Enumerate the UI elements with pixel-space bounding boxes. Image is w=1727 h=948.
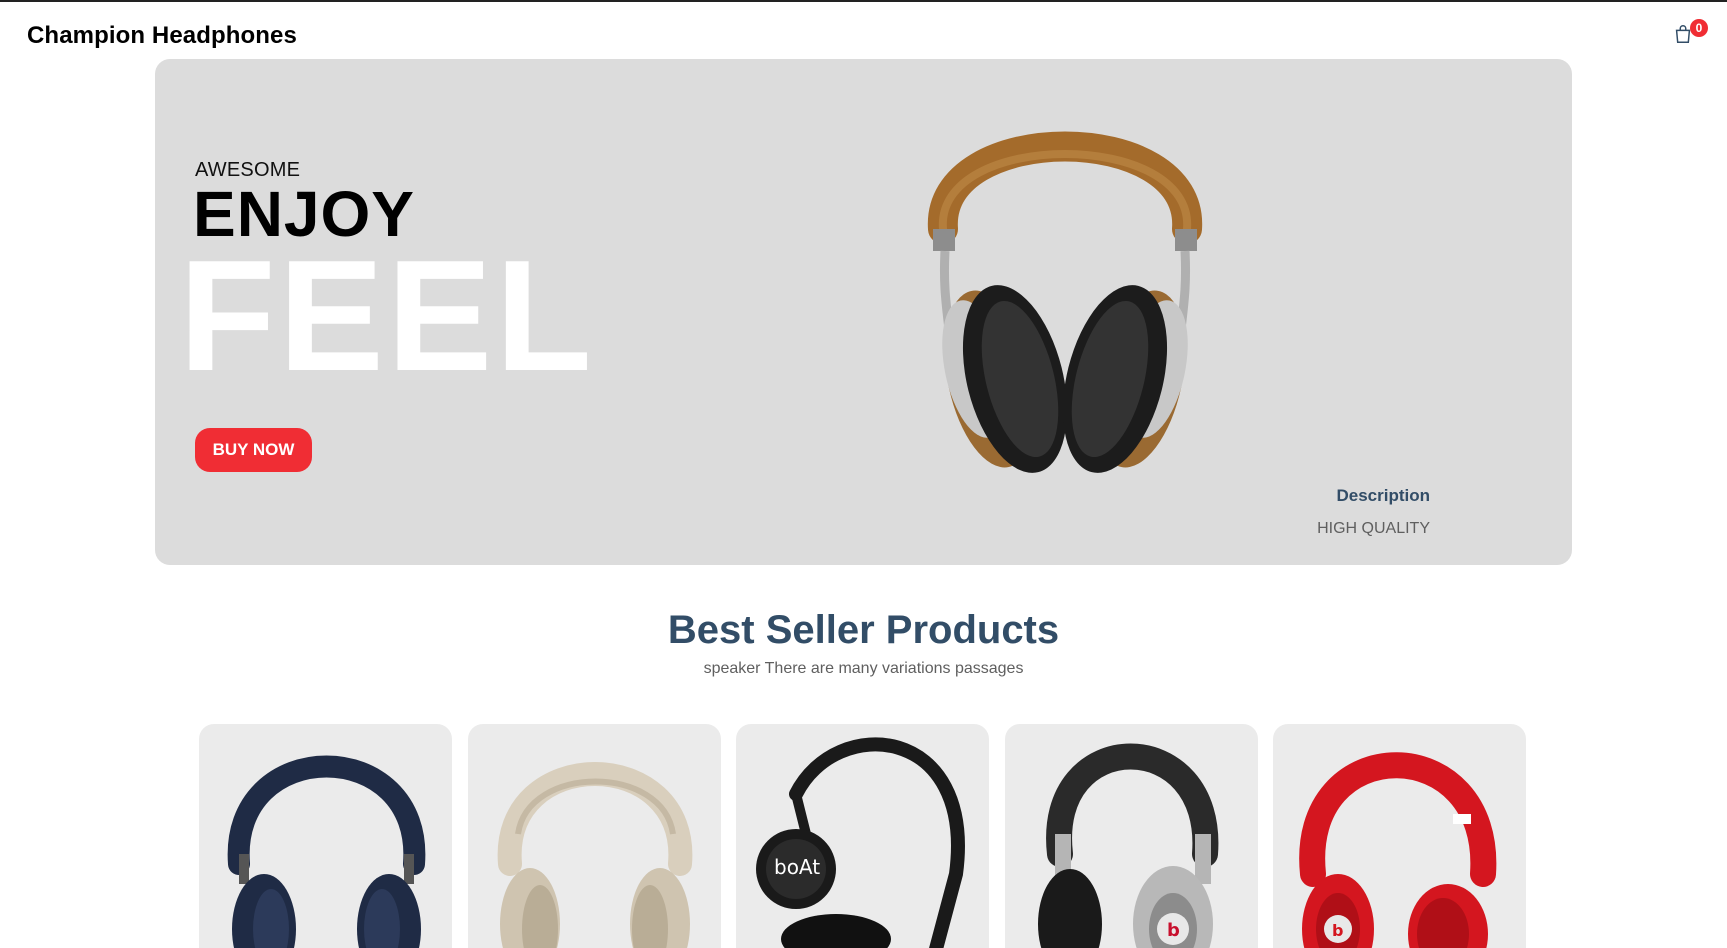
product-card-2[interactable] [468,724,721,948]
product-card-4[interactable]: b [1005,724,1258,948]
headphones-navy-icon [227,755,426,948]
hero-description: Description HIGH QUALITY [1317,486,1430,538]
hero-headphones-image [927,131,1203,473]
hero-description-text: HIGH QUALITY [1317,520,1430,537]
product-list: boAt b b [199,724,1529,948]
svg-text:boAt: boAt [774,855,820,879]
product-card-5[interactable]: b [1273,724,1526,948]
navbar: Champion Headphones 0 [0,2,1727,58]
best-sellers-subtitle: speaker There are many variations passag… [703,660,1024,677]
hero-banner: AWESOME ENJOY FEEL BUY NOW Description H… [155,59,1572,565]
headphones-beige-icon [497,762,693,948]
svg-text:b: b [1167,920,1180,941]
best-sellers-heading: Best Seller Products speaker There are m… [0,608,1727,678]
headphones-beats-pro-icon: b [1038,743,1219,948]
site-logo[interactable]: Champion Headphones [27,22,297,50]
headphones-boat-icon: boAt [756,737,965,948]
buy-now-button[interactable]: BUY NOW [195,428,312,472]
cart-button[interactable]: 0 [1672,19,1708,51]
product-card-1[interactable] [199,724,452,948]
headphones-beats-red-icon: b [1299,752,1497,948]
product-card-3[interactable]: boAt [736,724,989,948]
cart-count-badge: 0 [1690,19,1708,37]
hero-description-title: Description [1336,486,1430,505]
svg-text:b: b [1332,921,1343,940]
best-sellers-title: Best Seller Products [667,608,1060,652]
hero-large-text: FEEL [179,228,595,404]
